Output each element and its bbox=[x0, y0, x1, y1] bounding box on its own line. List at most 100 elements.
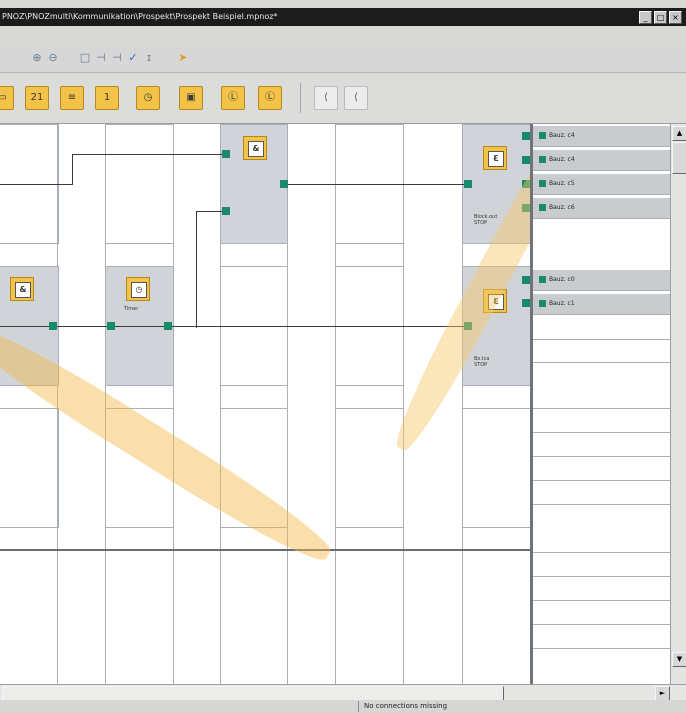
scroll-thumb[interactable] bbox=[672, 142, 686, 174]
close-button[interactable]: × bbox=[669, 11, 682, 24]
output-block-top[interactable] bbox=[462, 124, 530, 244]
element-icon[interactable]: ▭ bbox=[0, 86, 14, 110]
input-port[interactable] bbox=[107, 322, 115, 330]
output-port[interactable] bbox=[280, 180, 288, 188]
scroll-right-icon[interactable]: ► bbox=[655, 686, 670, 701]
scroll-thumb[interactable] bbox=[2, 686, 504, 701]
zoom-out-icon[interactable]: ⊖ bbox=[46, 51, 60, 65]
grid-cell[interactable] bbox=[220, 408, 288, 528]
io-row[interactable]: Bauz. c0 bbox=[533, 270, 673, 291]
status-divider bbox=[358, 701, 359, 712]
title-bar: PNOZ\PNOZmulti\Kommunikation\Prospekt\Pr… bbox=[0, 8, 686, 26]
timer2-icon[interactable]: Ⓛ bbox=[258, 86, 282, 110]
io-row-empty bbox=[533, 456, 673, 457]
port-icon bbox=[539, 132, 546, 139]
display-icon[interactable]: ▣ bbox=[179, 86, 203, 110]
io-panel: Bauz. c4 Bauz. c4 Bauz. c5 Bauz. c6 Bauz… bbox=[530, 124, 673, 684]
minimize-button[interactable]: _ bbox=[639, 11, 652, 24]
clock-icon[interactable]: ◷ bbox=[136, 86, 160, 110]
arrow-icon[interactable]: ➤ bbox=[176, 51, 190, 65]
io-row-empty bbox=[533, 362, 673, 363]
grid-cell[interactable] bbox=[0, 408, 59, 528]
output-block-icon: Ɛ bbox=[483, 289, 507, 313]
timer-block-label: Timer bbox=[124, 306, 139, 312]
io-row-empty bbox=[533, 504, 673, 505]
connect-icon[interactable]: ⊣ bbox=[110, 51, 124, 65]
io-row-empty bbox=[533, 624, 673, 625]
and-block-icon: & bbox=[10, 277, 34, 301]
grid-cell[interactable] bbox=[462, 408, 530, 528]
status-bar: No connections missing bbox=[0, 700, 686, 713]
wire bbox=[286, 184, 467, 185]
port-icon bbox=[539, 156, 546, 163]
io-row-empty bbox=[533, 600, 673, 601]
output-port[interactable] bbox=[522, 180, 530, 188]
grid-cell[interactable] bbox=[335, 408, 404, 528]
wire bbox=[72, 154, 226, 155]
counter-icon[interactable]: 21 bbox=[25, 86, 49, 110]
output-block-top-label: Block.out STOP bbox=[474, 214, 498, 226]
io-row-empty bbox=[533, 552, 673, 553]
output-port[interactable] bbox=[522, 132, 530, 140]
and-block-icon: & bbox=[243, 136, 267, 160]
output-block-bottom[interactable] bbox=[462, 266, 530, 386]
io-row[interactable]: Bauz. c5 bbox=[533, 174, 673, 195]
connect-icon[interactable]: ⊣ bbox=[94, 51, 108, 65]
wire bbox=[0, 326, 470, 327]
timer-icon[interactable]: Ⓛ bbox=[221, 86, 245, 110]
io-row[interactable]: Bauz. c1 bbox=[533, 294, 673, 315]
scroll-up-icon[interactable]: ▲ bbox=[672, 126, 686, 141]
input-port[interactable] bbox=[464, 322, 472, 330]
scroll-down-icon[interactable]: ▼ bbox=[672, 652, 686, 667]
info-icon[interactable]: ɪ bbox=[142, 51, 156, 65]
grid-cell[interactable] bbox=[105, 124, 174, 244]
output-port[interactable] bbox=[522, 156, 530, 164]
number-icon[interactable]: 1 bbox=[95, 86, 119, 110]
output-port[interactable] bbox=[522, 204, 530, 212]
port-icon bbox=[539, 276, 546, 283]
wire bbox=[0, 184, 72, 185]
editing-toolbar: ⊕ ⊖ □ ⊣ ⊣ ✓ ɪ ➤ bbox=[0, 46, 686, 73]
output-icon[interactable]: ≡ bbox=[60, 86, 84, 110]
port-icon bbox=[539, 204, 546, 211]
maximize-button[interactable]: □ bbox=[654, 11, 667, 24]
horizontal-scrollbar[interactable]: ► bbox=[0, 684, 686, 701]
output-block-bottom-label: Bo.Ica STOP bbox=[474, 356, 490, 368]
zoom-in-icon[interactable]: ⊕ bbox=[30, 51, 44, 65]
element-toolbar: ▭ 21 ≡ 1 ◷ ▣ Ⓛ Ⓛ ⟨ ⟨ bbox=[0, 75, 686, 124]
vertical-scrollbar[interactable]: ▲ ▼ bbox=[670, 124, 686, 684]
io-row-empty bbox=[533, 576, 673, 577]
window-title: PNOZ\PNOZmulti\Kommunikation\Prospekt\Pr… bbox=[2, 12, 278, 21]
io-row[interactable]: Bauz. c4 bbox=[533, 126, 673, 147]
io-row-empty bbox=[533, 648, 673, 649]
output-block-icon: Ɛ bbox=[483, 146, 507, 170]
port-icon bbox=[539, 300, 546, 307]
logic-canvas[interactable]: & & ◷ Timer Ɛ Block.out STOP Ɛ Bo.Ica ST… bbox=[0, 124, 530, 684]
status-text: No connections missing bbox=[364, 702, 448, 710]
io-row-empty bbox=[533, 480, 673, 481]
grid-cell[interactable] bbox=[105, 408, 174, 528]
toolbar-separator bbox=[300, 83, 301, 113]
check-icon[interactable]: ✓ bbox=[126, 51, 140, 65]
input-port[interactable] bbox=[222, 150, 230, 158]
input-port[interactable] bbox=[222, 207, 230, 215]
output-port[interactable] bbox=[49, 322, 57, 330]
clock-icon: ◷ bbox=[126, 277, 150, 301]
output-port[interactable] bbox=[522, 276, 530, 284]
section-divider bbox=[0, 549, 530, 551]
select-icon[interactable]: □ bbox=[78, 51, 92, 65]
io-row-empty bbox=[533, 339, 673, 340]
window-controls: _ □ × bbox=[639, 11, 682, 24]
out-icon[interactable]: ⟨ bbox=[344, 86, 368, 110]
io-row[interactable]: Bauz. c4 bbox=[533, 150, 673, 171]
input-port[interactable] bbox=[464, 180, 472, 188]
io-row-empty bbox=[533, 432, 673, 433]
port-icon bbox=[539, 180, 546, 187]
io-row-empty bbox=[533, 408, 673, 409]
in-icon[interactable]: ⟨ bbox=[314, 86, 338, 110]
wire bbox=[72, 154, 73, 185]
output-port[interactable] bbox=[164, 322, 172, 330]
output-port[interactable] bbox=[522, 299, 530, 307]
wire bbox=[196, 211, 197, 328]
io-row[interactable]: Bauz. c6 bbox=[533, 198, 673, 219]
